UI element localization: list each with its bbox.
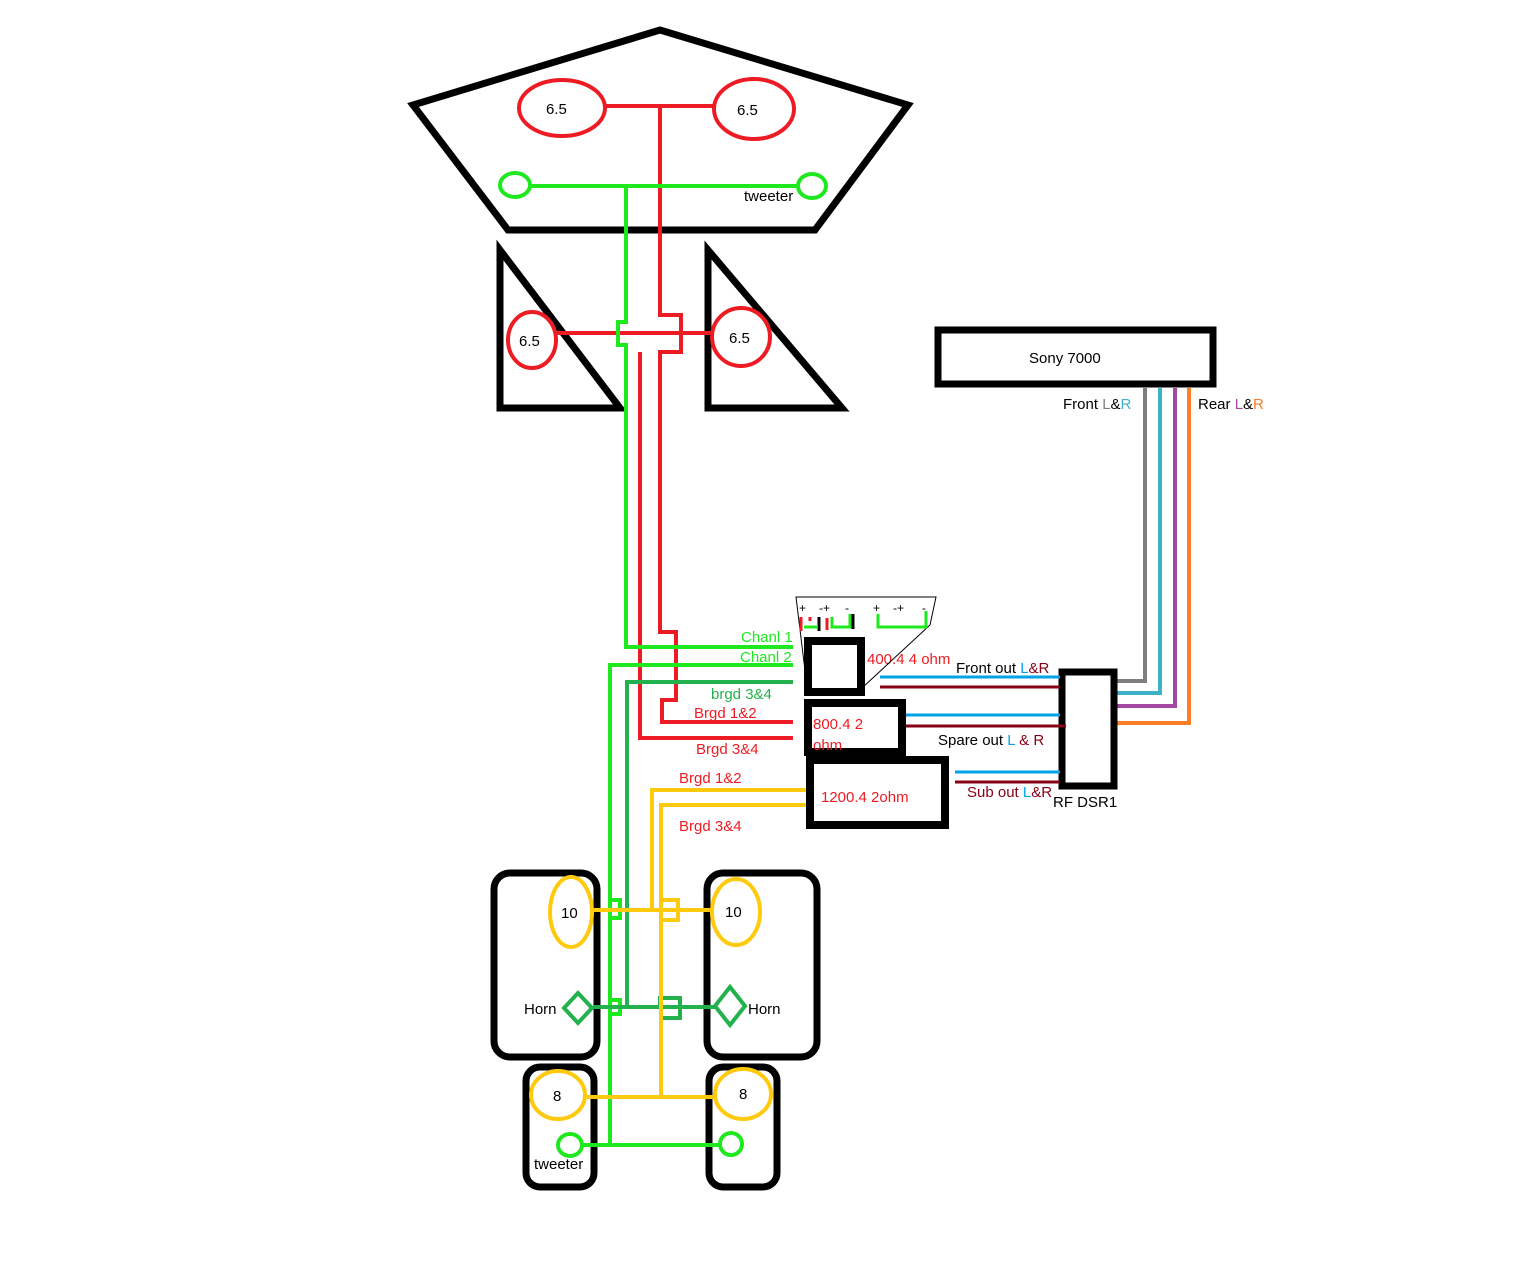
low-right-label: 8	[739, 1086, 747, 1103]
tweeter-label-top: tweeter	[744, 188, 793, 205]
door-left-label: 6.5	[519, 333, 540, 350]
terminal-minus: -	[922, 601, 926, 615]
front-right-label: 6.5	[737, 102, 758, 119]
amp-400	[804, 637, 865, 696]
top-right-tweeter	[796, 172, 828, 200]
door-right-label: 6.5	[729, 330, 750, 347]
rear-rca-label: Rear L&R	[1198, 396, 1264, 413]
terminal-minus-plus: -+	[819, 601, 830, 615]
chanl2-label: Chanl 2	[740, 649, 792, 666]
bottom-right-tweeter	[718, 1131, 744, 1157]
terminal-plus: +	[873, 601, 880, 615]
left-horn	[561, 990, 595, 1026]
terminal-minus: -	[845, 601, 849, 615]
brgd34-red-label: Brgd 3&4	[696, 741, 759, 758]
front-rca-label: Front L&R	[1063, 396, 1132, 413]
terminal-plus: +	[799, 601, 806, 615]
front-left-label: 6.5	[546, 101, 567, 118]
low-left-label: 8	[553, 1088, 561, 1105]
amp-400-label: 400.4 4 ohm	[867, 651, 950, 668]
terminal-minus-plus: -+	[893, 601, 904, 615]
sub-out-label: Sub out L&R	[967, 784, 1052, 801]
wiring-diagram: 6.5 6.5 tweeter 6.5 6.5 10 10 Horn Horn …	[407, 26, 1264, 1191]
right-horn	[712, 983, 748, 1029]
dsp-outputs	[880, 675, 1066, 784]
amp-1200-label: 1200.4 2ohm	[821, 789, 909, 806]
horn-right-label: Horn	[748, 1001, 781, 1018]
horn-left-label: Horn	[524, 1001, 557, 1018]
brgd34-yellow-label: Brgd 3&4	[679, 818, 742, 835]
yellow-wires	[586, 788, 808, 1099]
amp-800-label-1: 800.4 2	[813, 716, 863, 733]
spare-out-label: Spare out L & R	[938, 732, 1044, 749]
dsp-name: RF DSR1	[1053, 794, 1117, 811]
amp-800-label-2: ohm	[813, 737, 842, 754]
brgd12-yellow-label: Brgd 1&2	[679, 770, 742, 787]
tweeter-label-bottom: tweeter	[534, 1156, 583, 1173]
front-out-label: Front out L&R	[956, 660, 1050, 677]
dsp-box	[1058, 668, 1118, 790]
brgd34-green-label: brgd 3&4	[711, 686, 772, 703]
sub-right-label: 10	[725, 904, 742, 921]
top-left-tweeter	[498, 171, 532, 199]
brgd12-red-label: Brgd 1&2	[694, 705, 757, 722]
dark-green-wires	[593, 680, 793, 1020]
bottom-left-tweeter	[556, 1132, 584, 1158]
chanl1-label: Chanl 1	[741, 629, 793, 646]
head-unit-name: Sony 7000	[1029, 350, 1101, 367]
terminal-inset: + -+ - + -+ -	[795, 596, 937, 696]
sub-left-label: 10	[561, 905, 578, 922]
rca-cables	[1115, 388, 1191, 725]
